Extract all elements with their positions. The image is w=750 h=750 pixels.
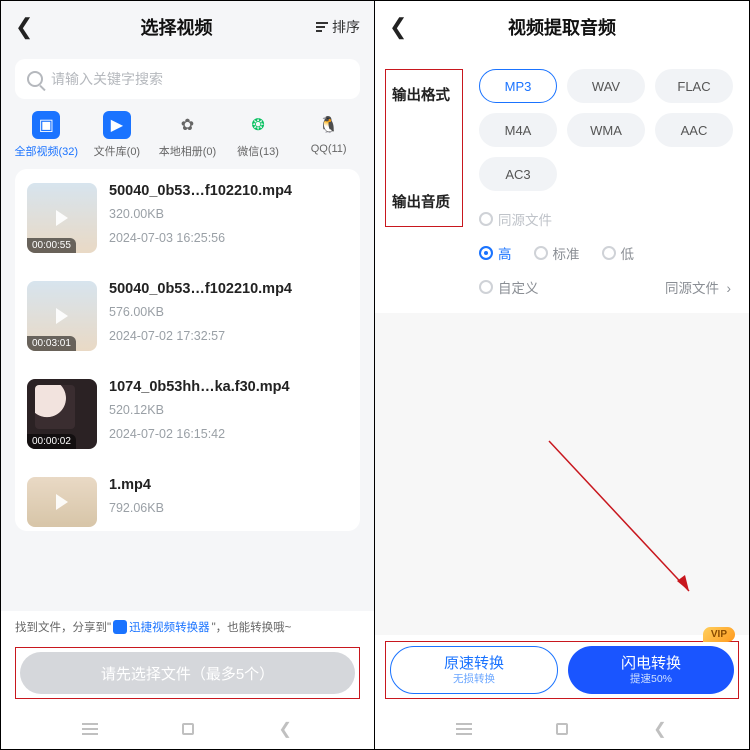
search-placeholder: 请输入关键字搜索 (51, 69, 163, 89)
back-button[interactable]: ❮ (389, 14, 411, 40)
btn-subtitle: 提速50% (630, 673, 672, 685)
select-files-button[interactable]: 请先选择文件（最多5个） (20, 652, 355, 694)
cat-local-album[interactable]: ✿ 本地相册(0) (152, 111, 223, 159)
format-wav[interactable]: WAV (567, 69, 645, 103)
cat-label: QQ(11) (311, 143, 347, 155)
sort-button[interactable]: 排序 (316, 17, 360, 37)
format-wma[interactable]: WMA (567, 113, 645, 147)
nav-menu[interactable] (81, 722, 99, 736)
play-icon (56, 308, 68, 324)
play-icon (56, 494, 68, 510)
file-name: 50040_0b53…f102210.mp4 (109, 281, 348, 297)
file-name: 1074_0b53hh…ka.f30.mp4 (109, 379, 348, 395)
quality-source[interactable]: 同源文件 (479, 209, 552, 229)
cat-qq[interactable]: 🐧 QQ(11) (293, 111, 364, 159)
format-m4a[interactable]: M4A (479, 113, 557, 147)
sort-icon (316, 22, 328, 32)
file-size: 320.00KB (109, 207, 348, 221)
nav-back[interactable]: ❮ (276, 722, 294, 736)
format-ac3[interactable]: AC3 (479, 157, 557, 191)
share-tip: 找到文件，分享到" 迅捷视频转换器 "，也能转换哦~ (1, 611, 374, 641)
app-icon (113, 620, 127, 634)
thumbnail: 00:03:01 (27, 281, 97, 351)
duration-badge: 00:00:02 (27, 434, 76, 449)
file-row[interactable]: 00:00:55 50040_0b53…f102210.mp4 320.00KB… (15, 169, 360, 267)
file-date: 2024-07-02 17:32:57 (109, 329, 348, 343)
vip-badge: VIP (703, 627, 735, 642)
cat-label: 微信(13) (237, 143, 279, 159)
back-button[interactable]: ❮ (15, 14, 37, 40)
format-aac[interactable]: AAC (655, 113, 733, 147)
quality-high[interactable]: 高 (479, 243, 512, 263)
file-size: 792.06KB (109, 501, 348, 515)
duration-badge: 00:03:01 (27, 336, 76, 351)
file-date: 2024-07-03 16:25:56 (109, 231, 348, 245)
file-date: 2024-07-02 16:15:42 (109, 427, 348, 441)
chevron-right-icon: › (727, 281, 732, 296)
format-mp3[interactable]: MP3 (479, 69, 557, 103)
search-icon (27, 71, 43, 87)
video-icon: ▣ (32, 111, 60, 139)
quality-standard[interactable]: 标准 (534, 243, 580, 263)
file-name: 1.mp4 (109, 477, 348, 493)
thumbnail: 00:00:55 (27, 183, 97, 253)
annotation-arrow (539, 431, 709, 611)
cat-files[interactable]: ▶ 文件库(0) (82, 111, 153, 159)
duration-badge: 00:00:55 (27, 238, 76, 253)
annotation-box: 输出格式 输出音质 (385, 69, 463, 227)
flower-icon: ✿ (173, 111, 201, 139)
cat-label: 全部视频(32) (15, 143, 79, 159)
annotation-box: 原速转换 无损转换 闪电转换 提速50% (385, 641, 739, 699)
page-title: 选择视频 (37, 14, 316, 40)
nav-back[interactable]: ❮ (651, 722, 669, 736)
file-size: 520.12KB (109, 403, 348, 417)
page-title: 视频提取音频 (411, 14, 713, 40)
format-label: 输出格式 (392, 76, 452, 105)
quality-low[interactable]: 低 (602, 243, 635, 263)
normal-convert-button[interactable]: 原速转换 无损转换 (390, 646, 558, 694)
nav-home[interactable] (553, 722, 571, 736)
play-icon (56, 210, 68, 226)
file-size: 576.00KB (109, 305, 348, 319)
nav-menu[interactable] (455, 722, 473, 736)
thumbnail (27, 477, 97, 527)
cat-label: 本地相册(0) (159, 143, 216, 159)
thumbnail: 00:00:02 (27, 379, 97, 449)
source-file-link[interactable]: 同源文件 › (665, 277, 731, 297)
btn-title: 原速转换 (444, 655, 504, 672)
qq-icon: 🐧 (315, 111, 343, 139)
format-flac[interactable]: FLAC (655, 69, 733, 103)
file-row[interactable]: 1.mp4 792.06KB (15, 463, 360, 531)
fast-convert-button[interactable]: 闪电转换 提速50% (568, 646, 734, 694)
nav-home[interactable] (179, 722, 197, 736)
sort-label: 排序 (332, 17, 360, 37)
btn-title: 闪电转换 (621, 655, 681, 672)
cat-label: 文件库(0) (94, 143, 140, 159)
file-row[interactable]: 00:03:01 50040_0b53…f102210.mp4 576.00KB… (15, 267, 360, 365)
search-input[interactable]: 请输入关键字搜索 (15, 59, 360, 99)
cat-all-videos[interactable]: ▣ 全部视频(32) (11, 111, 82, 159)
wechat-icon: ❂ (244, 111, 272, 139)
cat-wechat[interactable]: ❂ 微信(13) (223, 111, 294, 159)
file-row[interactable]: 00:00:02 1074_0b53hh…ka.f30.mp4 520.12KB… (15, 365, 360, 463)
quality-custom[interactable]: 自定义 (479, 277, 539, 297)
play-icon (56, 406, 68, 422)
annotation-box: 请先选择文件（最多5个） (15, 647, 360, 699)
quality-label: 输出音质 (392, 183, 452, 212)
folder-icon: ▶ (103, 111, 131, 139)
btn-subtitle: 无损转换 (453, 673, 495, 685)
file-name: 50040_0b53…f102210.mp4 (109, 183, 348, 199)
